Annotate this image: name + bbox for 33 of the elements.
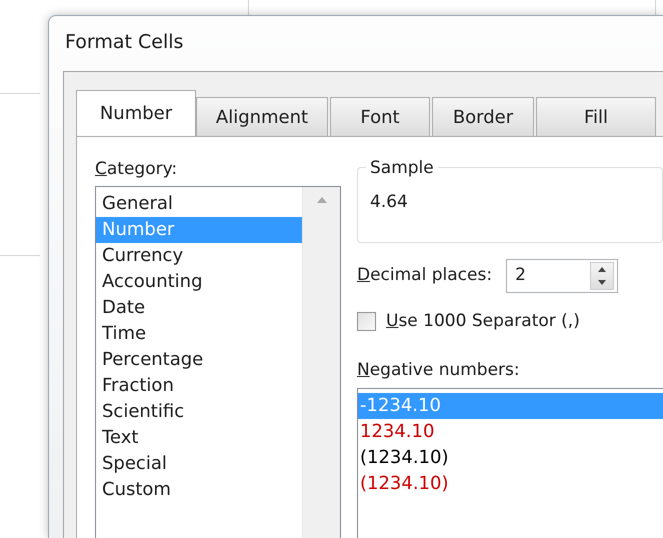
checkbox[interactable] (357, 312, 376, 331)
list-item[interactable]: (1234.10) (358, 444, 663, 470)
list-item[interactable]: Scientific (96, 399, 302, 425)
up-arrow-icon[interactable] (598, 266, 606, 272)
decimal-places-spinner[interactable]: 2 (506, 258, 618, 292)
list-item[interactable]: (1234.10) (358, 470, 663, 496)
list-item[interactable]: Time (96, 321, 302, 347)
checkbox-label[interactable]: Use 1000 Separator (,) (386, 308, 580, 334)
tab[interactable]: Font (330, 96, 430, 136)
field-label: Negative numbers: (357, 359, 520, 382)
tab[interactable]: Alignment (196, 96, 328, 136)
spin-buttons[interactable] (590, 262, 614, 290)
tab[interactable]: Border (432, 96, 534, 136)
tab[interactable]: Fill (536, 96, 656, 136)
list-item[interactable]: Fraction (96, 373, 302, 399)
field-label: Decimal places: (357, 264, 492, 287)
field-label: Category: (95, 158, 178, 180)
list-item[interactable]: Special (96, 451, 302, 477)
list-item[interactable]: Currency (96, 243, 302, 269)
list-item[interactable]: Text (96, 425, 302, 451)
list-item[interactable]: Accounting (96, 269, 302, 295)
down-arrow-icon[interactable] (598, 280, 606, 284)
list-item[interactable]: Percentage (96, 347, 302, 373)
tab[interactable]: Number (76, 90, 196, 136)
category-list[interactable]: General Number Currency Accounting Date Time Percentage Fraction Scientific Text Special Custom (95, 186, 341, 538)
sample-value: 4.64 (370, 190, 408, 214)
negative-numbers-list[interactable]: -1234.10 1234.10 (1234.10) (1234.10) (357, 388, 663, 538)
scrollbar[interactable] (302, 187, 340, 538)
window-title: Format Cells (64, 30, 184, 55)
list-item[interactable]: General (96, 191, 302, 217)
list-item[interactable]: Custom (96, 477, 302, 503)
list-item[interactable]: Date (96, 295, 302, 321)
list-item[interactable]: 1234.10 (358, 418, 663, 444)
